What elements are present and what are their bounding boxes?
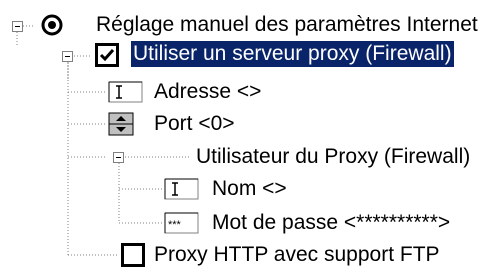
svg-text:***: *** (168, 219, 182, 231)
name-icon-wrap (164, 177, 200, 201)
root-radio-button[interactable] (40, 13, 64, 37)
password-icon-wrap: *** (164, 211, 200, 235)
proxy-label[interactable]: Utiliser un serveur proxy (Firewall) (130, 40, 455, 68)
root-label[interactable]: Réglage manuel des paramètres Internet (96, 12, 478, 38)
name-label[interactable]: Nom <> (212, 176, 287, 202)
user-group-label[interactable]: Utilisateur du Proxy (Firewall) (196, 144, 470, 170)
user-group-collapse-toggle[interactable] (113, 152, 124, 163)
proxy-collapse-toggle[interactable] (62, 51, 73, 62)
http-ftp-checkbox[interactable] (121, 243, 145, 267)
address-label[interactable]: Adresse <> (154, 79, 261, 105)
settings-tree: Réglage manuel des paramètres Internet U… (0, 0, 501, 273)
radio-selected-icon (41, 14, 63, 36)
checkbox-unchecked-icon (121, 243, 145, 267)
port-icon-wrap (108, 112, 144, 136)
root-collapse-toggle[interactable] (12, 21, 23, 32)
proxy-checkbox[interactable] (95, 43, 119, 67)
http-ftp-label[interactable]: Proxy HTTP avec support FTP (154, 242, 440, 268)
text-field-icon (164, 178, 199, 200)
port-label[interactable]: Port <0> (154, 111, 235, 137)
address-icon-wrap (108, 80, 144, 104)
password-label[interactable]: Mot de passe <**********> (212, 210, 450, 236)
checkbox-checked-icon (95, 43, 119, 67)
text-field-icon (108, 81, 143, 103)
spinner-icon (108, 112, 134, 136)
password-field-icon: *** (164, 212, 199, 234)
